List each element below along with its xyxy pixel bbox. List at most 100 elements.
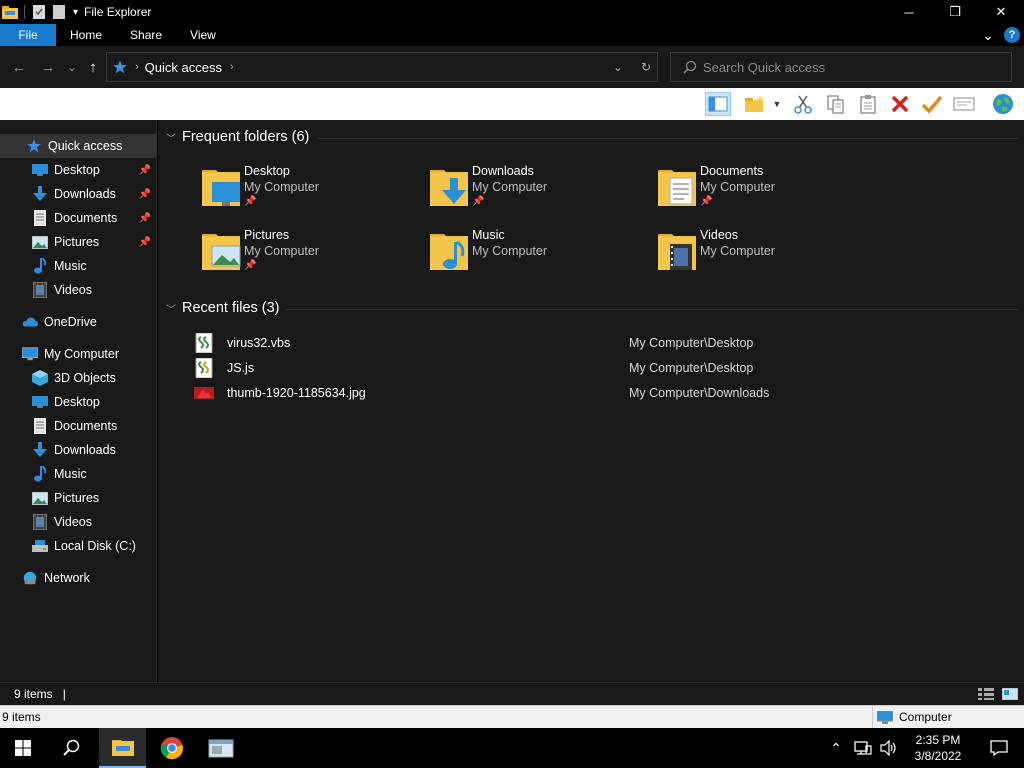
delete-button[interactable] <box>887 92 913 116</box>
taskbar-chrome[interactable] <box>149 728 195 768</box>
pin-icon: 📌 <box>138 236 151 248</box>
recent-file-row[interactable]: thumb-1920-1185634.jpg My Computer\Downl… <box>194 382 994 404</box>
tab-share[interactable]: Share <box>116 24 176 46</box>
network-status-icon[interactable] <box>854 740 872 756</box>
sidebar-item-quick-access[interactable]: Quick access <box>0 134 157 158</box>
web-button[interactable] <box>990 92 1016 116</box>
clock[interactable]: 2:35 PM 3/8/2022 <box>902 732 974 764</box>
sidebar-item-desktop[interactable]: Desktop <box>0 390 157 414</box>
folder-tile-desktop[interactable]: Desktop My Computer 📌 <box>200 164 420 220</box>
action-center-button[interactable] <box>974 728 1024 768</box>
up-button[interactable]: ↑ <box>81 55 105 79</box>
documents-icon <box>32 210 48 226</box>
maximize-button[interactable]: ❐ <box>932 0 978 24</box>
start-button[interactable] <box>0 728 46 768</box>
folder-tile-music[interactable]: Music My Computer <box>428 228 648 284</box>
rename-button[interactable] <box>919 92 945 116</box>
sidebar-item-label: Desktop <box>54 395 100 409</box>
paste-button[interactable] <box>855 92 881 116</box>
scissors-icon <box>794 95 812 114</box>
forward-button[interactable]: → <box>36 55 60 79</box>
folder-name: Downloads <box>472 164 534 178</box>
search-box[interactable] <box>670 52 1012 82</box>
sidebar-item-my-computer[interactable]: My Computer <box>0 342 157 366</box>
copy-button[interactable] <box>823 92 849 116</box>
music-folder-icon <box>430 234 468 270</box>
sidebar-item-desktop[interactable]: Desktop 📌 <box>0 158 157 182</box>
sidebar-item-documents[interactable]: Documents <box>0 414 157 438</box>
sidebar-item-videos[interactable]: Videos <box>0 510 157 534</box>
large-icons-view-icon[interactable] <box>1002 688 1018 700</box>
address-bar[interactable]: › Quick access › ⌄ ↻ <box>106 52 658 82</box>
taskbar-file-explorer[interactable] <box>99 728 146 768</box>
help-icon[interactable]: ? <box>1004 27 1020 43</box>
address-dropdown-button[interactable]: ⌄ <box>613 60 623 74</box>
sidebar-item-documents[interactable]: Documents 📌 <box>0 206 157 230</box>
new-folder-icon[interactable] <box>51 5 67 19</box>
folder-tile-pictures[interactable]: Pictures My Computer 📌 <box>200 228 420 284</box>
sidebar-item-network[interactable]: Network <box>0 566 157 590</box>
recent-files-heading[interactable]: ﹀ Recent files (3) <box>166 300 280 316</box>
sidebar-item-pictures[interactable]: Pictures 📌 <box>0 230 157 254</box>
windows-logo-icon <box>15 740 31 756</box>
back-button[interactable]: ← <box>7 55 31 79</box>
breadcrumb-separator[interactable]: › <box>230 61 234 73</box>
sidebar-item-downloads[interactable]: Downloads 📌 <box>0 182 157 206</box>
close-button[interactable]: ✕ <box>978 0 1024 24</box>
downloads-folder-icon <box>430 170 468 206</box>
content-pane: ﹀ Frequent folders (6) Desktop My Comput… <box>158 120 1024 682</box>
downloads-icon <box>32 186 48 202</box>
copy-icon <box>827 95 844 114</box>
details-view-icon[interactable] <box>978 688 994 700</box>
recent-file-row[interactable]: JS.js My Computer\Desktop <box>194 357 994 379</box>
tab-home[interactable]: Home <box>56 24 116 46</box>
folder-location: My Computer <box>700 244 776 258</box>
navigation-bar: ← → ⌄ ↑ › Quick access › ⌄ ↻ <box>0 46 1024 88</box>
sidebar-item-label: Pictures <box>54 235 100 249</box>
folder-tile-videos[interactable]: Videos My Computer <box>656 228 876 284</box>
sidebar-item-music[interactable]: Music <box>0 462 157 486</box>
file-name: thumb-1920-1185634.jpg <box>227 386 366 400</box>
cut-button[interactable] <box>790 92 816 116</box>
refresh-button[interactable]: ↻ <box>641 60 651 74</box>
pictures-icon <box>32 234 48 250</box>
customize-qat-icon[interactable]: ▾ <box>73 7 78 18</box>
sidebar-item-label: My Computer <box>44 347 120 361</box>
recent-file-row[interactable]: virus32.vbs My Computer\Desktop <box>194 332 994 354</box>
search-input[interactable] <box>703 59 1003 75</box>
sidebar-item-pictures[interactable]: Pictures <box>0 486 157 510</box>
frequent-folders-heading[interactable]: ﹀ Frequent folders (6) <box>166 129 309 145</box>
taskbar-app[interactable] <box>198 728 244 768</box>
sidebar-item-local-disk[interactable]: Local Disk (C:) <box>0 534 157 558</box>
sidebar-item-3d-objects[interactable]: 3D Objects <box>0 366 157 390</box>
folder-tile-documents[interactable]: Documents My Computer 📌 <box>656 164 876 220</box>
search-button[interactable] <box>49 728 95 768</box>
delete-x-icon <box>891 95 909 113</box>
volume-icon[interactable] <box>880 740 898 756</box>
sidebar-item-downloads[interactable]: Downloads <box>0 438 157 462</box>
system-tray: ⌃ 2:35 PM 3/8/2022 <box>830 728 1024 768</box>
expand-ribbon-icon[interactable]: ⌄ <box>982 27 994 44</box>
folder-tile-downloads[interactable]: Downloads My Computer 📌 <box>428 164 648 220</box>
clock-date: 3/8/2022 <box>914 749 962 763</box>
tab-view[interactable]: View <box>176 24 230 46</box>
sidebar-item-music[interactable]: Music <box>0 254 157 278</box>
search-icon <box>63 739 80 756</box>
new-folder-button[interactable] <box>742 92 768 116</box>
pictures-folder-icon <box>202 234 241 270</box>
breadcrumb-quick-access[interactable]: Quick access <box>145 60 222 75</box>
item-count: 9 items <box>14 687 53 701</box>
properties-button[interactable] <box>951 92 977 116</box>
navigation-pane-button[interactable] <box>705 92 731 116</box>
minimize-button[interactable]: ─ <box>886 0 932 24</box>
properties-icon[interactable] <box>31 5 47 19</box>
file-explorer-icon[interactable] <box>2 5 18 19</box>
sidebar-item-onedrive[interactable]: OneDrive <box>0 310 157 334</box>
collapse-chevron-icon: ﹀ <box>166 304 176 316</box>
new-folder-dropdown[interactable]: ▼ <box>770 92 784 116</box>
tab-file[interactable]: File <box>0 24 56 46</box>
show-hidden-icons-icon[interactable]: ⌃ <box>830 740 842 757</box>
sidebar-item-videos[interactable]: Videos <box>0 278 157 302</box>
sidebar-item-label: Local Disk (C:) <box>54 539 136 553</box>
breadcrumb-separator[interactable]: › <box>135 61 139 73</box>
